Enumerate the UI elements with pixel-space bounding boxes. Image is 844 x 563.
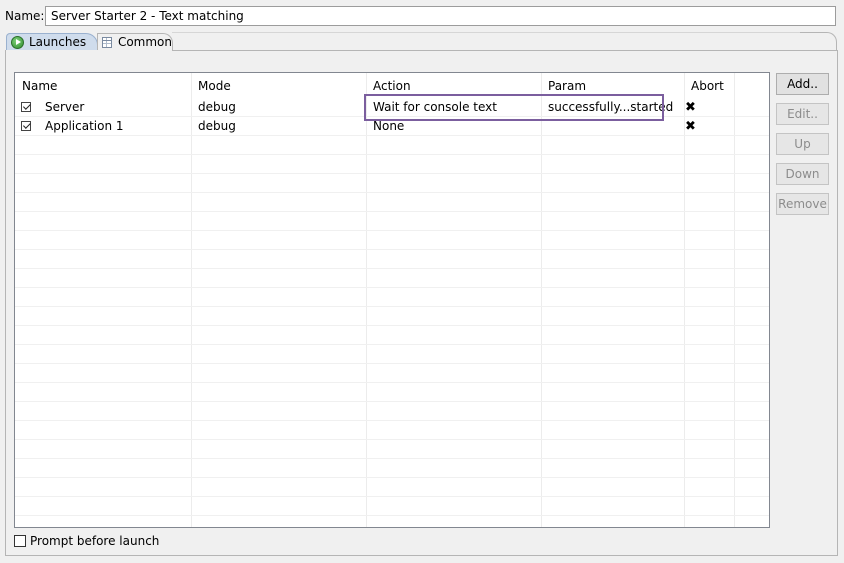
- tab-launches-label: Launches: [29, 34, 87, 49]
- prompt-before-launch[interactable]: Prompt before launch: [14, 534, 159, 548]
- row-divider: [15, 515, 769, 516]
- launch-table[interactable]: Name Mode Action Param Abort Server debu…: [14, 72, 770, 528]
- name-input[interactable]: [45, 6, 836, 26]
- row-action[interactable]: None: [373, 117, 541, 136]
- row-divider: [15, 382, 769, 383]
- column-header-param[interactable]: Param: [541, 73, 684, 97]
- row-divider: [15, 344, 769, 345]
- abort-x-icon[interactable]: ✖: [685, 117, 725, 136]
- row-divider: [15, 287, 769, 288]
- check-mark-icon: [23, 121, 31, 129]
- tab-launches[interactable]: Launches: [6, 33, 98, 50]
- row-divider: [15, 230, 769, 231]
- row-divider: [15, 173, 769, 174]
- tab-common[interactable]: Common: [97, 33, 173, 50]
- add-button[interactable]: Add..: [776, 73, 829, 95]
- row-name: Server: [45, 100, 85, 114]
- down-button[interactable]: Down: [776, 163, 829, 185]
- row-name: Application 1: [45, 119, 124, 133]
- table-icon: [102, 36, 112, 48]
- row-divider: [15, 496, 769, 497]
- tab-strip-corner: [800, 32, 837, 51]
- row-divider: [15, 249, 769, 250]
- prompt-before-launch-checkbox[interactable]: [14, 535, 26, 547]
- row-divider: [15, 211, 769, 212]
- row-action[interactable]: Wait for console text: [373, 98, 541, 117]
- row-divider: [15, 420, 769, 421]
- row-divider: [15, 154, 769, 155]
- row-divider: [15, 458, 769, 459]
- row-divider: [15, 325, 769, 326]
- prompt-before-launch-label: Prompt before launch: [30, 534, 160, 548]
- abort-x-icon[interactable]: ✖: [685, 98, 725, 117]
- enabled-checkbox[interactable]: [21, 102, 31, 112]
- tab-strip-top-line: [172, 32, 802, 33]
- row-divider: [15, 439, 769, 440]
- row-mode: debug: [198, 119, 236, 133]
- column-header-abort[interactable]: Abort: [684, 73, 734, 97]
- check-mark-icon: [23, 102, 31, 110]
- column-header-mode[interactable]: Mode: [191, 73, 366, 97]
- enabled-checkbox[interactable]: [21, 121, 31, 131]
- tab-common-label: Common: [117, 34, 172, 49]
- name-label: Name:: [5, 9, 45, 23]
- row-divider: [15, 363, 769, 364]
- edit-button[interactable]: Edit..: [776, 103, 829, 125]
- table-row[interactable]: Application 1 debug None ✖: [15, 117, 769, 136]
- row-divider: [15, 401, 769, 402]
- remove-button[interactable]: Remove: [776, 193, 829, 215]
- row-divider: [15, 477, 769, 478]
- play-icon: [11, 35, 24, 49]
- column-header-name[interactable]: Name: [15, 73, 191, 97]
- row-divider: [15, 306, 769, 307]
- column-header-action[interactable]: Action: [366, 73, 541, 97]
- row-divider: [15, 268, 769, 269]
- row-param[interactable]: successfully...started: [548, 98, 684, 117]
- row-divider: [15, 192, 769, 193]
- row-param[interactable]: [548, 117, 684, 136]
- table-header: Name Mode Action Param Abort: [15, 73, 769, 97]
- up-button[interactable]: Up: [776, 133, 829, 155]
- row-mode: debug: [198, 100, 236, 114]
- tab-strip-line: [172, 50, 837, 51]
- table-row[interactable]: Server debug Wait for console text succe…: [15, 98, 769, 117]
